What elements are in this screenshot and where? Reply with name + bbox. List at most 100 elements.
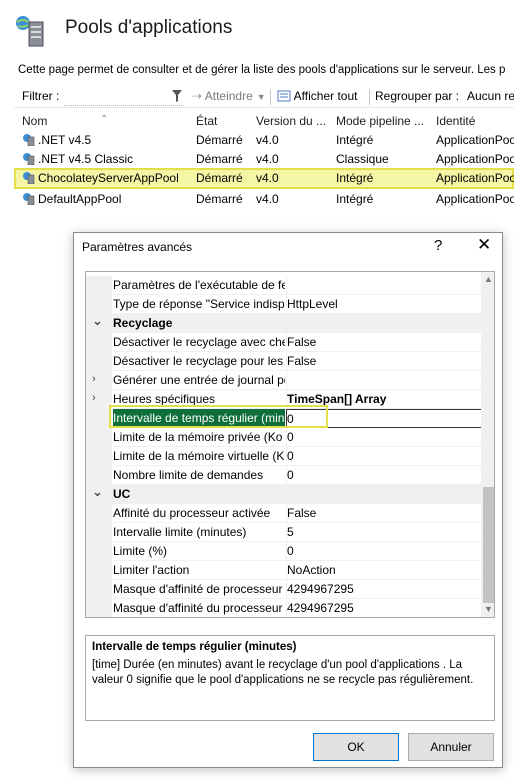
- list-item[interactable]: DefaultAppPool Démarré v4.0 Intégré Appl…: [14, 189, 514, 208]
- expand-icon[interactable]: ›: [92, 373, 96, 385]
- ok-button[interactable]: OK: [313, 733, 399, 761]
- property-category[interactable]: ⌄ UC: [86, 484, 482, 504]
- reach-button[interactable]: ⇢ Atteindre ▼: [192, 89, 266, 103]
- scroll-up-icon[interactable]: ▲: [484, 274, 493, 284]
- row-gutter: [86, 409, 112, 428]
- property-value[interactable]: 0: [286, 428, 482, 447]
- property-row[interactable]: Affinité du processeur activée False: [86, 504, 482, 523]
- pool-identity: ApplicationPool: [436, 133, 514, 147]
- property-row[interactable]: Masque d'affinité du processeur 429496729…: [86, 599, 482, 617]
- list-header: ⌃ Nom État Version du ... Mode pipeline …: [14, 110, 514, 130]
- reach-label: Atteindre: [204, 89, 253, 103]
- property-row[interactable]: › Générer une entrée de journal po: [86, 371, 482, 390]
- property-value[interactable]: 0: [286, 409, 482, 428]
- property-row[interactable]: Désactiver le recyclage pour les m False: [86, 352, 482, 371]
- collapse-icon[interactable]: ⌄: [92, 484, 103, 500]
- row-gutter: [86, 466, 112, 485]
- advanced-settings-dialog: Paramètres avancés ? ✕ Masque d'affinité…: [73, 232, 503, 768]
- pool-state: Démarré: [196, 192, 243, 206]
- filter-label: Filtrer :: [22, 89, 60, 103]
- pool-identity: ApplicationPool: [436, 171, 514, 185]
- pool-version: v4.0: [256, 152, 279, 166]
- property-row[interactable]: › Heures spécifiques TimeSpan[] Array: [86, 390, 482, 409]
- row-gutter: [86, 523, 112, 542]
- scroll-down-icon[interactable]: ▼: [484, 604, 493, 614]
- property-value[interactable]: NoAction: [286, 561, 482, 580]
- row-gutter: [86, 580, 112, 599]
- close-icon[interactable]: ✕: [477, 235, 491, 255]
- property-row[interactable]: Paramètres de l'exécutable de fe: [86, 276, 482, 295]
- show-all-icon: [277, 90, 291, 102]
- page-title: Pools d'applications: [65, 17, 233, 38]
- property-name: Limite de la mémoire virtuelle (K: [113, 447, 285, 466]
- row-gutter: [86, 390, 112, 409]
- pool-name: .NET v4.5: [38, 133, 92, 147]
- reach-icon: ⇢: [192, 89, 203, 103]
- filter-toolbar: Filtrer : ⇢ Atteindre ▼ Afficher tout Reg…: [14, 86, 514, 108]
- pool-mode: Classique: [336, 152, 389, 166]
- filter-input[interactable]: [64, 87, 184, 106]
- property-category[interactable]: ⌄ Recyclage: [86, 313, 482, 333]
- property-name: Limite de la mémoire privée (Ko: [113, 428, 285, 447]
- pool-version: v4.0: [256, 171, 279, 185]
- property-value[interactable]: 0: [286, 466, 482, 485]
- pool-mode: Intégré: [336, 192, 374, 206]
- property-value[interactable]: [286, 276, 482, 295]
- property-value[interactable]: 4294967295: [286, 599, 482, 617]
- list-item[interactable]: .NET v4.5 Classic Démarré v4.0 Classique…: [14, 149, 514, 168]
- collapse-icon[interactable]: ⌄: [92, 313, 103, 329]
- pool-version: v4.0: [256, 192, 279, 206]
- show-all-button[interactable]: Afficher tout: [277, 89, 358, 103]
- property-name: Paramètres de l'exécutable de fe: [113, 276, 285, 295]
- property-name: Nombre limite de demandes: [113, 466, 285, 485]
- column-header-version[interactable]: Version du ...: [256, 114, 326, 128]
- row-gutter: [86, 428, 112, 447]
- property-value[interactable]: HttpLevel: [286, 295, 482, 314]
- property-value[interactable]: 0: [286, 447, 482, 466]
- property-row[interactable]: Limite (%) 0: [86, 542, 482, 561]
- property-grid: Masque d'affinité du processeur 429496729…: [85, 271, 495, 618]
- scrollbar-thumb[interactable]: [483, 487, 494, 603]
- property-value[interactable]: False: [286, 352, 482, 371]
- property-row[interactable]: Désactiver le recyclage avec che False: [86, 333, 482, 352]
- property-value[interactable]: False: [286, 504, 482, 523]
- pool-name: ChocolateyServerAppPool: [38, 171, 179, 185]
- property-value[interactable]: 5: [286, 523, 482, 542]
- page-description: Cette page permet de consulter et de gér…: [18, 64, 506, 76]
- property-name: Désactiver le recyclage avec che: [113, 333, 285, 352]
- property-value[interactable]: TimeSpan[] Array: [286, 390, 482, 409]
- column-header-pipeline-mode[interactable]: Mode pipeline ...: [336, 114, 424, 128]
- column-header-state[interactable]: État: [196, 114, 217, 128]
- property-row[interactable]: Limite de la mémoire privée (Ko 0: [86, 428, 482, 447]
- property-row[interactable]: Nombre limite de demandes 0: [86, 466, 482, 485]
- column-header-identity[interactable]: Identité: [436, 114, 475, 128]
- property-row[interactable]: Limiter l'action NoAction: [86, 561, 482, 580]
- property-value[interactable]: [286, 371, 482, 390]
- property-row[interactable]: Type de réponse "Service indispo HttpLeve…: [86, 295, 482, 314]
- property-row-selected[interactable]: Intervalle de temps régulier (min 0: [86, 409, 482, 428]
- property-name: Intervalle de temps régulier (min: [113, 409, 285, 428]
- pool-mode: Intégré: [336, 171, 374, 185]
- row-gutter: [86, 276, 112, 295]
- list-item-selected[interactable]: ChocolateyServerAppPool Démarré v4.0 Int…: [14, 168, 514, 189]
- row-gutter: [86, 542, 112, 561]
- list-item[interactable]: .NET v4.5 Démarré v4.0 Intégré Applicati…: [14, 130, 514, 149]
- funnel-icon[interactable]: [172, 90, 182, 102]
- property-name: Heures spécifiques: [113, 390, 285, 409]
- property-value[interactable]: 0: [286, 542, 482, 561]
- app-pools-icon: [16, 16, 44, 47]
- scrollbar[interactable]: ▲ ▼: [481, 272, 494, 617]
- group-by-select[interactable]: Aucun re: [467, 89, 514, 103]
- help-icon[interactable]: ?: [434, 237, 442, 254]
- property-row[interactable]: Intervalle limite (minutes) 5: [86, 523, 482, 542]
- cancel-button[interactable]: Annuler: [408, 733, 494, 761]
- expand-icon[interactable]: ›: [92, 392, 96, 404]
- property-description-panel: Intervalle de temps régulier (minutes) […: [85, 635, 495, 721]
- property-row[interactable]: Limite de la mémoire virtuelle (K 0: [86, 447, 482, 466]
- property-value[interactable]: 4294967295: [286, 580, 482, 599]
- property-row[interactable]: Masque d'affinité de processeur 429496729…: [86, 580, 482, 599]
- property-value[interactable]: False: [286, 333, 482, 352]
- column-header-name[interactable]: Nom: [22, 114, 47, 128]
- row-gutter: [86, 352, 112, 371]
- show-all-label: Afficher tout: [293, 89, 358, 103]
